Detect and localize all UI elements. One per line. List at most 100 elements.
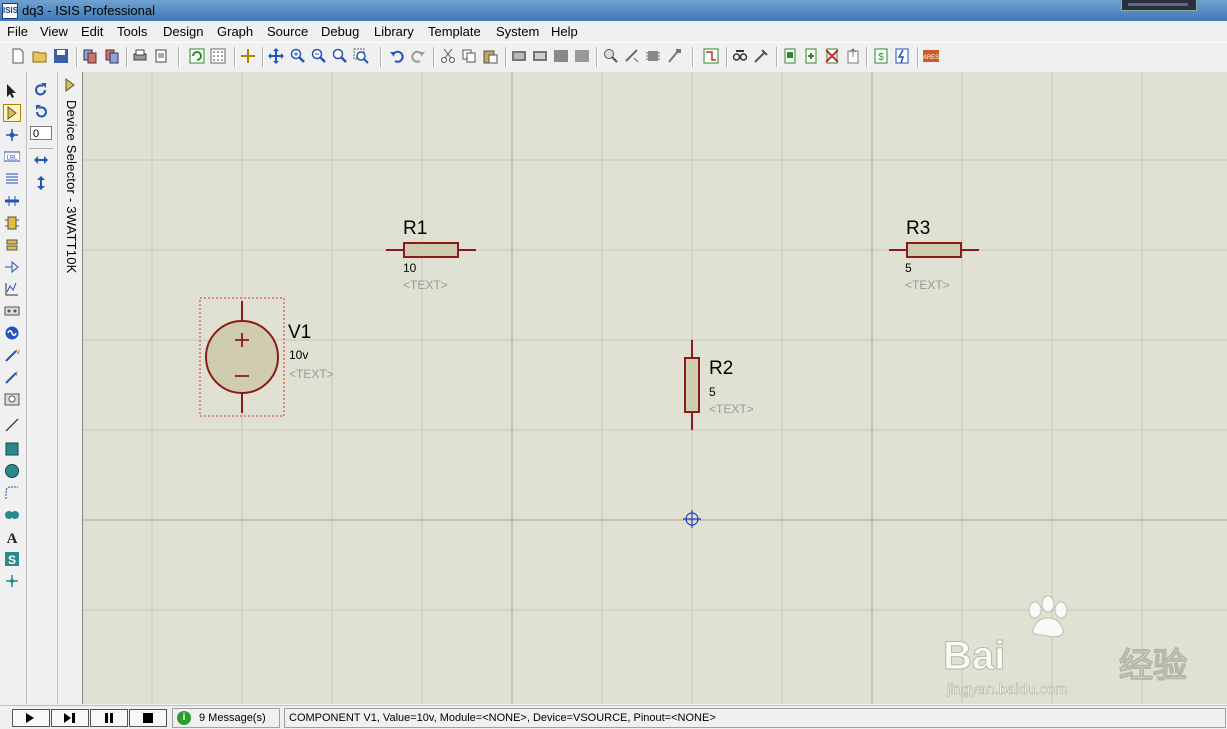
decompose-icon[interactable] [666,48,682,64]
current-probe-icon[interactable]: I [4,369,20,385]
v1-text-label: <TEXT> [289,367,334,381]
device-selector-label: Device Selector - 3WATT10K [64,100,79,274]
line-tool-icon[interactable] [4,417,20,433]
virtual-instruments-icon[interactable] [4,391,20,407]
graph-mode-icon[interactable] [4,281,20,297]
menu-debug[interactable]: Debug [321,24,359,39]
open-folder-icon[interactable] [32,48,48,64]
search-tag-icon[interactable] [732,48,748,64]
menu-graph[interactable]: Graph [217,24,253,39]
copy-icon[interactable] [461,48,477,64]
menu-library[interactable]: Library [374,24,414,39]
menu-view[interactable]: View [40,24,68,39]
rotation-angle-input[interactable]: 0 [30,126,52,140]
new-sheet-icon[interactable] [782,48,798,64]
refresh-icon[interactable] [189,48,205,64]
undo-icon[interactable] [389,48,405,64]
marker-tool-icon[interactable] [4,573,20,589]
paste-icon[interactable] [482,48,498,64]
electrical-check-icon[interactable] [894,48,910,64]
symbol-tool-icon[interactable]: S [4,551,20,567]
export-icon[interactable] [104,48,120,64]
r1-resistor[interactable] [386,242,476,258]
text-tool-icon[interactable]: A [4,529,20,545]
exit-to-parent-icon[interactable] [845,48,861,64]
component-mode-icon[interactable] [3,104,21,122]
voltage-probe-icon[interactable]: V [4,347,20,363]
junction-dot-icon[interactable] [4,127,20,143]
rotate-clockwise-icon[interactable] [33,82,49,98]
arc-tool-icon[interactable] [4,485,20,501]
wire-autorouter-icon[interactable] [703,48,719,64]
property-tool-icon[interactable] [753,48,769,64]
menu-system[interactable]: System [496,24,539,39]
path-tool-icon[interactable] [4,507,20,523]
redo-icon[interactable] [410,48,426,64]
r3-resistor[interactable] [889,242,979,258]
subcircuit-icon[interactable] [4,215,20,231]
menu-edit[interactable]: Edit [81,24,103,39]
pan-icon[interactable] [268,48,284,64]
zoom-out-icon[interactable] [311,48,327,64]
v1-voltage-source[interactable] [199,297,285,417]
new-file-icon[interactable] [10,48,26,64]
schematic-canvas[interactable]: V1 10v <TEXT> R1 10 <TEXT> R2 5 <TEXT> R… [83,72,1227,704]
block-move-icon[interactable] [532,48,548,64]
origin-icon[interactable] [240,48,256,64]
generator-mode-icon[interactable] [4,325,20,341]
r3-text-label: <TEXT> [905,278,950,292]
pause-icon [105,713,113,723]
selection-mode-icon[interactable] [4,83,20,99]
zoom-all-icon[interactable] [332,48,348,64]
menu-tools[interactable]: Tools [117,24,147,39]
cut-icon[interactable] [440,48,456,64]
mirror-vertical-icon[interactable] [33,175,49,191]
import-icon[interactable] [82,48,98,64]
window-controls[interactable] [1121,0,1197,11]
bill-of-materials-icon[interactable]: $ [873,48,889,64]
circle-tool-icon[interactable] [4,463,20,479]
bus-icon[interactable] [4,193,20,209]
print-icon[interactable] [132,48,148,64]
pick-devices-icon[interactable] [64,78,76,92]
stop-button[interactable] [129,709,167,727]
step-button[interactable] [51,709,89,727]
remove-sheet-icon[interactable] [824,48,840,64]
play-button[interactable] [12,709,50,727]
info-icon: i [177,711,191,725]
pick-device-icon[interactable] [603,48,619,64]
tape-recorder-icon[interactable] [4,303,20,319]
menu-help[interactable]: Help [551,24,578,39]
menu-template[interactable]: Template [428,24,481,39]
rotate-anticlockwise-icon[interactable] [33,104,49,120]
r2-resistor[interactable] [684,340,700,430]
zoom-area-icon[interactable] [353,48,369,64]
wire-label-icon[interactable]: LBL [4,149,20,165]
box-tool-icon[interactable] [4,441,20,457]
block-delete-icon[interactable] [574,48,590,64]
messages-indicator[interactable]: i 9 Message(s) [172,708,280,728]
make-device-icon[interactable] [624,48,640,64]
menu-design[interactable]: Design [163,24,203,39]
r1-text-label: <TEXT> [403,278,448,292]
add-sheet-icon[interactable] [803,48,819,64]
status-message: COMPONENT V1, Value=10v, Module=<NONE>, … [289,712,716,724]
print-area-icon[interactable] [153,48,169,64]
text-script-icon[interactable] [4,171,20,187]
packaging-tool-icon[interactable] [645,48,661,64]
zoom-in-icon[interactable] [290,48,306,64]
block-rotate-icon[interactable] [553,48,569,64]
grid-toggle-icon[interactable] [210,48,226,64]
device-pins-icon[interactable] [4,259,20,275]
menu-file[interactable]: File [7,24,28,39]
pause-button[interactable] [90,709,128,727]
netlist-to-ares-icon[interactable]: ARES [923,48,939,64]
v1-value-label: 10v [289,348,309,362]
save-icon[interactable] [53,48,69,64]
block-copy-icon[interactable] [511,48,527,64]
device-selector-panel[interactable]: Device Selector - 3WATT10K [58,72,83,704]
menu-source[interactable]: Source [267,24,308,39]
terminals-mode-icon[interactable] [4,237,20,253]
main-toolbar: $ ARES [0,42,1227,73]
mirror-horizontal-icon[interactable] [33,152,49,168]
